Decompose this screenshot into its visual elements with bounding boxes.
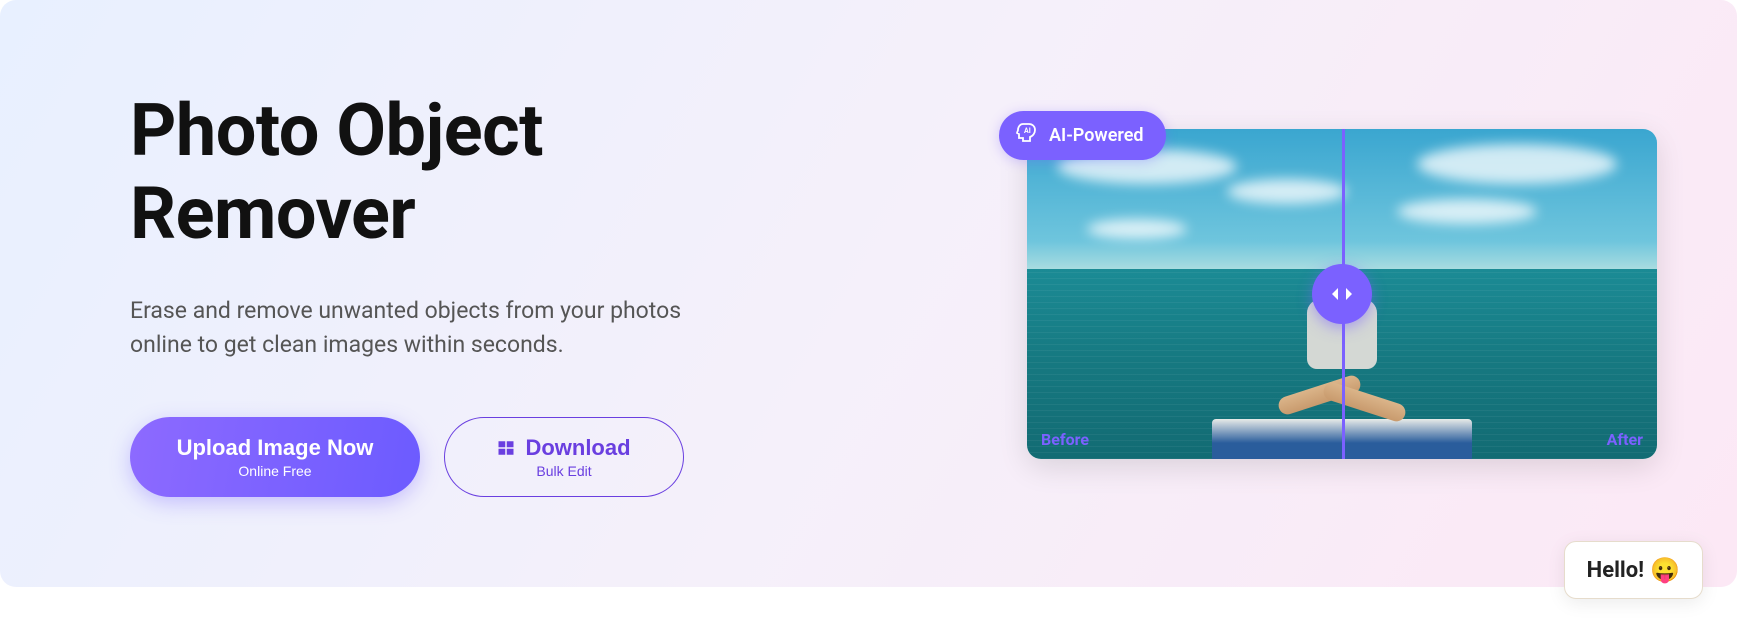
chat-widget[interactable]: Hello! 😛	[1564, 541, 1703, 599]
page-title: Photo Object Remover	[130, 90, 740, 256]
chat-greeting: Hello!	[1587, 558, 1644, 583]
download-button[interactable]: Download Bulk Edit	[444, 417, 684, 497]
upload-image-button[interactable]: Upload Image Now Online Free	[130, 417, 420, 497]
before-label: Before	[1041, 430, 1089, 449]
tongue-out-emoji-icon: 😛	[1650, 556, 1680, 584]
after-label: After	[1607, 430, 1643, 449]
page-description: Erase and remove unwanted objects from y…	[130, 294, 740, 363]
upload-button-label: Upload Image Now	[177, 435, 374, 461]
ai-head-icon: AI	[1015, 121, 1039, 150]
cta-button-row: Upload Image Now Online Free Download	[130, 417, 740, 497]
before-after-preview: Before After	[1027, 129, 1657, 459]
download-button-sublabel: Bulk Edit	[536, 463, 591, 479]
ai-badge-label: AI-Powered	[1049, 125, 1144, 146]
upload-button-sublabel: Online Free	[238, 463, 311, 479]
preview-area: AI AI-Powered	[770, 129, 1657, 459]
hero-text-content: Photo Object Remover Erase and remove un…	[130, 90, 770, 497]
windows-icon	[497, 439, 515, 457]
hero-section: Photo Object Remover Erase and remove un…	[0, 0, 1737, 587]
comparison-slider-handle[interactable]	[1312, 264, 1372, 324]
download-button-label: Download	[525, 435, 630, 461]
svg-text:AI: AI	[1024, 127, 1031, 135]
arrow-left-icon	[1330, 287, 1340, 301]
arrow-right-icon	[1344, 287, 1354, 301]
ai-powered-badge: AI AI-Powered	[999, 111, 1166, 160]
